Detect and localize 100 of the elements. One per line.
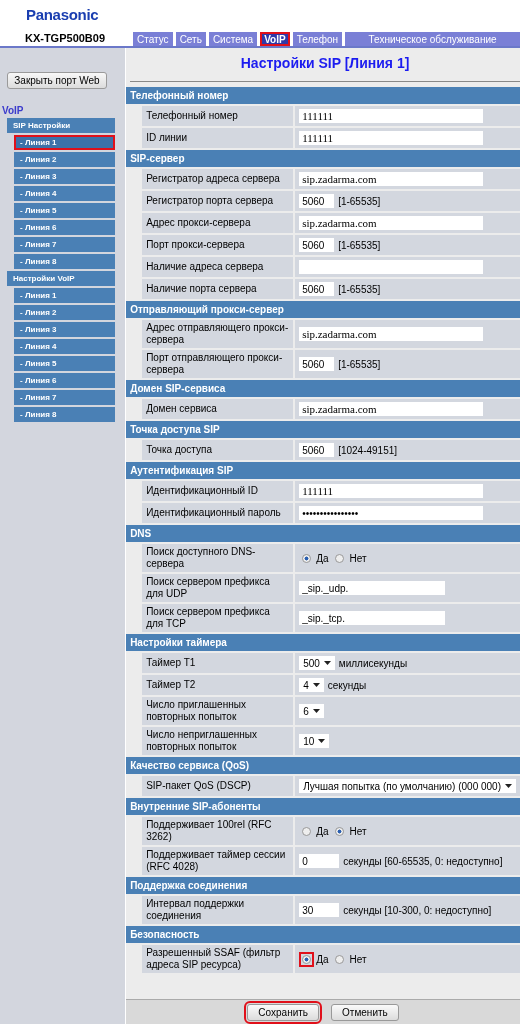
cancel-button[interactable]: Отменить <box>331 1004 399 1021</box>
caret-icon <box>505 784 512 788</box>
unit-label: [1-65535] <box>338 239 381 251</box>
radio-label: Нет <box>349 552 367 564</box>
radio-button[interactable] <box>335 826 345 836</box>
text-field[interactable]: 111111 <box>299 131 484 145</box>
unit-label: [1-65535] <box>338 283 381 295</box>
sidebar-item[interactable]: - Линия 7 <box>14 390 115 405</box>
text-field[interactable]: sip.zadarma.com <box>299 327 484 341</box>
nav-tab[interactable]: VoIP <box>260 32 290 46</box>
field-label: Домен сервиса <box>142 399 294 419</box>
field-label: Адрес прокси-сервера <box>142 213 294 233</box>
field-label: Поддерживает 100rel (RFC 3262) <box>142 817 294 845</box>
sidebar-item[interactable]: - Линия 3 <box>14 169 115 184</box>
model-name: KX-TGP500B09 <box>23 32 107 46</box>
text-field[interactable] <box>299 260 484 274</box>
text-field[interactable]: _sip._tcp. <box>299 611 446 625</box>
unit-label: [1-65535] <box>338 195 381 207</box>
sidebar-item[interactable]: - Линия 1 <box>14 135 115 150</box>
section-header: Поддержка соединения <box>126 877 520 894</box>
field-label: Порт отправляющего прокси-сервера <box>142 350 294 378</box>
field-label: Таймер T2 <box>142 675 294 695</box>
radio-button[interactable] <box>302 954 312 964</box>
text-field[interactable]: sip.zadarma.com <box>299 172 484 186</box>
text-field[interactable]: sip.zadarma.com <box>299 216 484 230</box>
section-header: Качество сервиса (QoS) <box>126 757 520 774</box>
sidebar-item[interactable]: - Линия 4 <box>14 186 115 201</box>
field-label: Точка доступа <box>142 440 294 460</box>
radio-label: Нет <box>349 825 367 837</box>
page-title: Настройки SIP [Линия 1] <box>130 48 520 82</box>
password-field[interactable]: •••••••••••••••• <box>299 506 484 520</box>
sidebar-item[interactable]: - Линия 2 <box>14 305 115 320</box>
sidebar-item[interactable]: - Линия 4 <box>14 339 115 354</box>
field-label: Разрешенный SSAF (фильтр адреса SIP ресурса) <box>142 945 294 973</box>
radio-button[interactable] <box>302 553 312 563</box>
dropdown[interactable]: 4 <box>299 678 324 692</box>
dropdown[interactable]: 10 <box>299 734 330 748</box>
radio-button[interactable] <box>335 553 345 563</box>
radio-label: Да <box>316 953 329 965</box>
sidebar-item[interactable]: - Линия 7 <box>14 237 115 252</box>
nav-tab[interactable]: Сеть <box>175 32 206 46</box>
text-field[interactable]: 111111 <box>299 109 484 123</box>
field-label: Порт прокси-сервера <box>142 235 294 255</box>
radio-label: Нет <box>349 953 367 965</box>
field-label: Поддерживает таймер сессии (RFC 4028) <box>142 847 294 875</box>
nav-tab[interactable]: Телефон <box>292 32 343 46</box>
nav-tab[interactable]: Система <box>208 32 258 46</box>
caret-icon <box>323 661 331 665</box>
number-field[interactable]: 5060 <box>299 238 335 252</box>
section-header: Безопасность <box>126 926 520 943</box>
text-field[interactable]: 111111 <box>299 484 484 498</box>
number-field[interactable]: 5060 <box>299 443 335 457</box>
field-label: Поиск доступного DNS-сервера <box>142 544 294 572</box>
radio-button[interactable] <box>302 826 312 836</box>
sidebar-item[interactable]: - Линия 5 <box>14 356 115 371</box>
brand-logo: Panasonic <box>25 5 100 23</box>
number-field[interactable]: 5060 <box>299 357 335 371</box>
nav-tab[interactable]: Статус <box>133 32 173 46</box>
close-port-button[interactable]: Закрыть порт Web <box>7 72 107 89</box>
sidebar-item[interactable]: - Линия 2 <box>14 152 115 167</box>
field-label: Число неприглашенных повторных попыток <box>142 727 294 755</box>
radio-label: Да <box>316 825 329 837</box>
sidebar-item[interactable]: - Линия 6 <box>14 373 115 388</box>
sidebar-item[interactable]: - Линия 5 <box>14 203 115 218</box>
radio-button[interactable] <box>335 954 345 964</box>
sidebar-item[interactable]: - Линия 3 <box>14 322 115 337</box>
field-label: Идентификационный ID <box>142 481 294 501</box>
field-label: Поиск сервером префикса для TCP <box>142 604 294 632</box>
field-label: Поиск сервером префикса для UDP <box>142 574 294 602</box>
number-field[interactable]: 30 <box>299 903 340 917</box>
unit-label: секунды [60-65535, 0: недоступно] <box>343 855 503 867</box>
section-header: Телефонный номер <box>126 87 520 104</box>
unit-label: секунды [10-300, 0: недоступно] <box>343 904 492 916</box>
field-label: Наличие адреса сервера <box>142 257 294 277</box>
dropdown[interactable]: 500 <box>299 656 335 670</box>
sidebar-item[interactable]: - Линия 8 <box>14 254 115 269</box>
text-field[interactable]: _sip._udp. <box>299 581 446 595</box>
sidebar-item[interactable]: - Линия 6 <box>14 220 115 235</box>
section-header: Отправляющий прокси-сервер <box>126 301 520 318</box>
section-header: Домен SIP-сервиса <box>126 380 520 397</box>
sidebar-item[interactable]: - Линия 1 <box>14 288 115 303</box>
number-field[interactable]: 0 <box>299 854 340 868</box>
field-label: Наличие порта сервера <box>142 279 294 299</box>
sidebar-group[interactable]: SIP Настройки <box>7 118 115 133</box>
text-field[interactable]: sip.zadarma.com <box>299 402 484 416</box>
number-field[interactable]: 5060 <box>299 194 335 208</box>
section-header: Настройки таймера <box>126 634 520 651</box>
save-button[interactable]: Сохранить <box>247 1004 320 1021</box>
section-header: Аутентификация SIP <box>126 462 520 479</box>
number-field[interactable]: 5060 <box>299 282 335 296</box>
nav-tab[interactable]: Техническое обслуживание <box>345 32 520 46</box>
field-label: Телефонный номер <box>142 106 294 126</box>
sidebar-heading: VoIP <box>1 105 25 116</box>
sidebar-item[interactable]: - Линия 8 <box>14 407 115 422</box>
dropdown[interactable]: 6 <box>299 704 324 718</box>
sidebar-group[interactable]: Настройки VoIP <box>7 271 115 286</box>
unit-label: миллисекунды <box>338 657 408 669</box>
field-label: Идентификационный пароль <box>142 503 294 523</box>
section-header: DNS <box>126 525 520 542</box>
dropdown[interactable]: Лучшая попытка (по умолчанию) (000 000) <box>299 779 516 793</box>
